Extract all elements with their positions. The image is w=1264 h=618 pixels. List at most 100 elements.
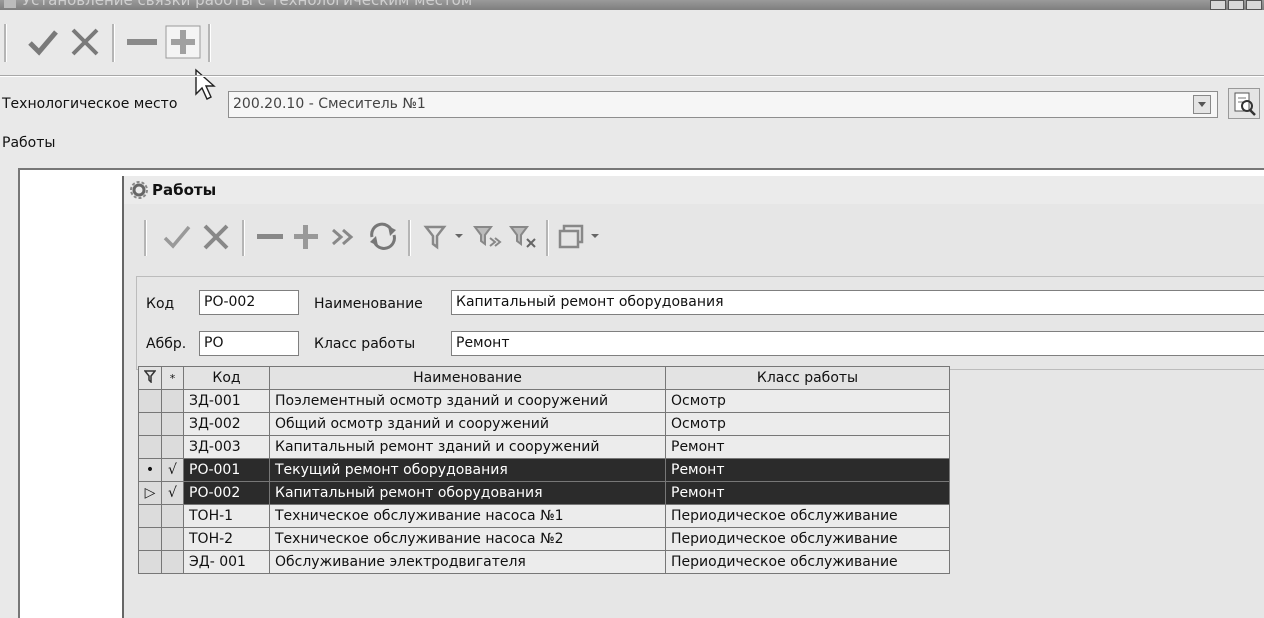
table-row[interactable]: ЗД-001 Поэлементный осмотр зданий и соор… bbox=[138, 389, 950, 413]
table-row[interactable]: ЗД-002 Общий осмотр зданий и сооружений … bbox=[138, 412, 950, 436]
plus-icon[interactable] bbox=[290, 222, 322, 252]
filter-clear-icon[interactable] bbox=[508, 222, 540, 252]
code-field[interactable]: РО-002 bbox=[199, 290, 299, 315]
filter-icon bbox=[143, 370, 157, 384]
cell-code: РО-002 bbox=[183, 481, 270, 505]
table-row[interactable]: ТОН-1 Техническое обслуживание насоса №1… bbox=[138, 504, 950, 528]
table-row[interactable]: ЭД- 001 Обслуживание электродвигателя Пе… bbox=[138, 550, 950, 574]
toolbar-separator bbox=[546, 220, 549, 256]
cell-code: ЗД-001 bbox=[183, 389, 270, 413]
cross-icon[interactable] bbox=[200, 222, 232, 252]
row-indicator bbox=[138, 412, 162, 436]
cell-class: Периодическое обслуживание bbox=[665, 527, 950, 551]
name-label: Наименование bbox=[314, 296, 423, 312]
toolbar-separator bbox=[144, 220, 147, 256]
table-row-selected[interactable]: • √ РО-001 Текущий ремонт оборудования Р… bbox=[138, 458, 950, 482]
tech-place-combo[interactable]: 200.20.10 - Смеситель №1 bbox=[228, 91, 1218, 118]
check-icon[interactable] bbox=[160, 222, 194, 252]
row-mark[interactable] bbox=[161, 412, 184, 436]
row-indicator bbox=[138, 550, 162, 574]
toolbar-separator bbox=[208, 24, 211, 62]
cell-code: ТОН-2 bbox=[183, 527, 270, 551]
row-indicator: • bbox=[138, 458, 162, 482]
cell-class: Ремонт bbox=[665, 458, 950, 482]
works-grid: * Код Наименование Класс работы ЗД-001 П… bbox=[138, 366, 950, 574]
row-mark[interactable] bbox=[161, 527, 184, 551]
row-mark[interactable] bbox=[161, 504, 184, 528]
window-dropdown-arrow-icon[interactable] bbox=[588, 228, 602, 244]
cell-code: ЭД- 001 bbox=[183, 550, 270, 574]
lookup-icon bbox=[1234, 92, 1256, 116]
filter-dropdown-arrow-icon[interactable] bbox=[452, 228, 466, 244]
row-indicator bbox=[138, 527, 162, 551]
abbr-label: Аббр. bbox=[146, 336, 187, 352]
refresh-icon[interactable] bbox=[366, 220, 400, 252]
column-header-name[interactable]: Наименование bbox=[269, 366, 666, 390]
row-mark[interactable]: √ bbox=[161, 458, 184, 482]
cell-class: Ремонт bbox=[665, 435, 950, 459]
code-label: Код bbox=[146, 296, 175, 312]
filter-icon[interactable] bbox=[422, 222, 450, 252]
cross-icon[interactable] bbox=[68, 26, 102, 58]
toolbar-separator bbox=[4, 24, 7, 62]
filter-column-header[interactable] bbox=[138, 366, 162, 390]
works-window-title: Работы bbox=[152, 181, 217, 199]
class-field[interactable]: Ремонт bbox=[451, 331, 1264, 356]
column-header-code[interactable]: Код bbox=[183, 366, 270, 390]
check-icon[interactable] bbox=[24, 26, 62, 58]
cell-name: Текущий ремонт оборудования bbox=[269, 458, 666, 482]
cell-class: Осмотр bbox=[665, 412, 950, 436]
cursor-icon bbox=[195, 68, 216, 100]
close-window-button[interactable] bbox=[1246, 0, 1262, 10]
row-indicator: ▷ bbox=[138, 481, 162, 505]
works-toolbar bbox=[136, 212, 1264, 264]
main-toolbar bbox=[0, 18, 1264, 100]
tech-place-label: Технологическое место bbox=[2, 96, 178, 112]
name-field[interactable]: Капитальный ремонт оборудования bbox=[451, 290, 1264, 315]
row-mark[interactable] bbox=[161, 550, 184, 574]
works-label: Работы bbox=[2, 135, 56, 151]
toolbar-separator bbox=[408, 220, 411, 256]
cell-class: Периодическое обслуживание bbox=[665, 504, 950, 528]
filter-apply-icon[interactable] bbox=[472, 222, 504, 252]
abbr-field[interactable]: РО bbox=[199, 331, 299, 356]
toolbar-separator bbox=[112, 24, 115, 62]
double-chevron-icon[interactable] bbox=[328, 222, 360, 252]
minus-icon[interactable] bbox=[124, 26, 160, 58]
minimize-button[interactable] bbox=[1210, 0, 1226, 10]
title-bar: Установление связки работы с технологиче… bbox=[0, 0, 1264, 10]
row-mark[interactable] bbox=[161, 389, 184, 413]
cell-name: Капитальный ремонт зданий и сооружений bbox=[269, 435, 666, 459]
class-label: Класс работы bbox=[314, 336, 416, 352]
row-indicator bbox=[138, 389, 162, 413]
cell-class: Ремонт bbox=[665, 481, 950, 505]
table-row[interactable]: ТОН-2 Техническое обслуживание насоса №2… bbox=[138, 527, 950, 551]
table-row-current[interactable]: ▷ √ РО-002 Капитальный ремонт оборудован… bbox=[138, 481, 950, 505]
row-mark[interactable] bbox=[161, 435, 184, 459]
gear-icon bbox=[130, 181, 148, 199]
row-mark[interactable]: √ bbox=[161, 481, 184, 505]
cell-name: Техническое обслуживание насоса №2 bbox=[269, 527, 666, 551]
window-icon[interactable] bbox=[556, 222, 588, 252]
cell-name: Поэлементный осмотр зданий и сооружений bbox=[269, 389, 666, 413]
toolbar-divider bbox=[0, 75, 1264, 77]
table-row[interactable]: ЗД-003 Капитальный ремонт зданий и соору… bbox=[138, 435, 950, 459]
cell-class: Осмотр bbox=[665, 389, 950, 413]
works-window-titlebar: Работы bbox=[124, 176, 1264, 204]
cell-code: РО-001 bbox=[183, 458, 270, 482]
cell-name: Капитальный ремонт оборудования bbox=[269, 481, 666, 505]
row-indicator bbox=[138, 435, 162, 459]
app-icon bbox=[4, 0, 16, 8]
column-header-class[interactable]: Класс работы bbox=[665, 366, 950, 390]
cell-class: Периодическое обслуживание bbox=[665, 550, 950, 574]
maximize-button[interactable] bbox=[1228, 0, 1244, 10]
lookup-button[interactable] bbox=[1228, 88, 1260, 119]
minus-icon[interactable] bbox=[254, 222, 286, 252]
cell-code: ЗД-002 bbox=[183, 412, 270, 436]
dropdown-button[interactable] bbox=[1193, 95, 1211, 114]
tech-place-value: 200.20.10 - Смеситель №1 bbox=[233, 96, 426, 112]
window-title: Установление связки работы с технологиче… bbox=[22, 0, 473, 9]
cell-name: Общий осмотр зданий и сооружений bbox=[269, 412, 666, 436]
mark-column-header[interactable]: * bbox=[161, 366, 184, 390]
plus-icon[interactable] bbox=[164, 24, 204, 60]
